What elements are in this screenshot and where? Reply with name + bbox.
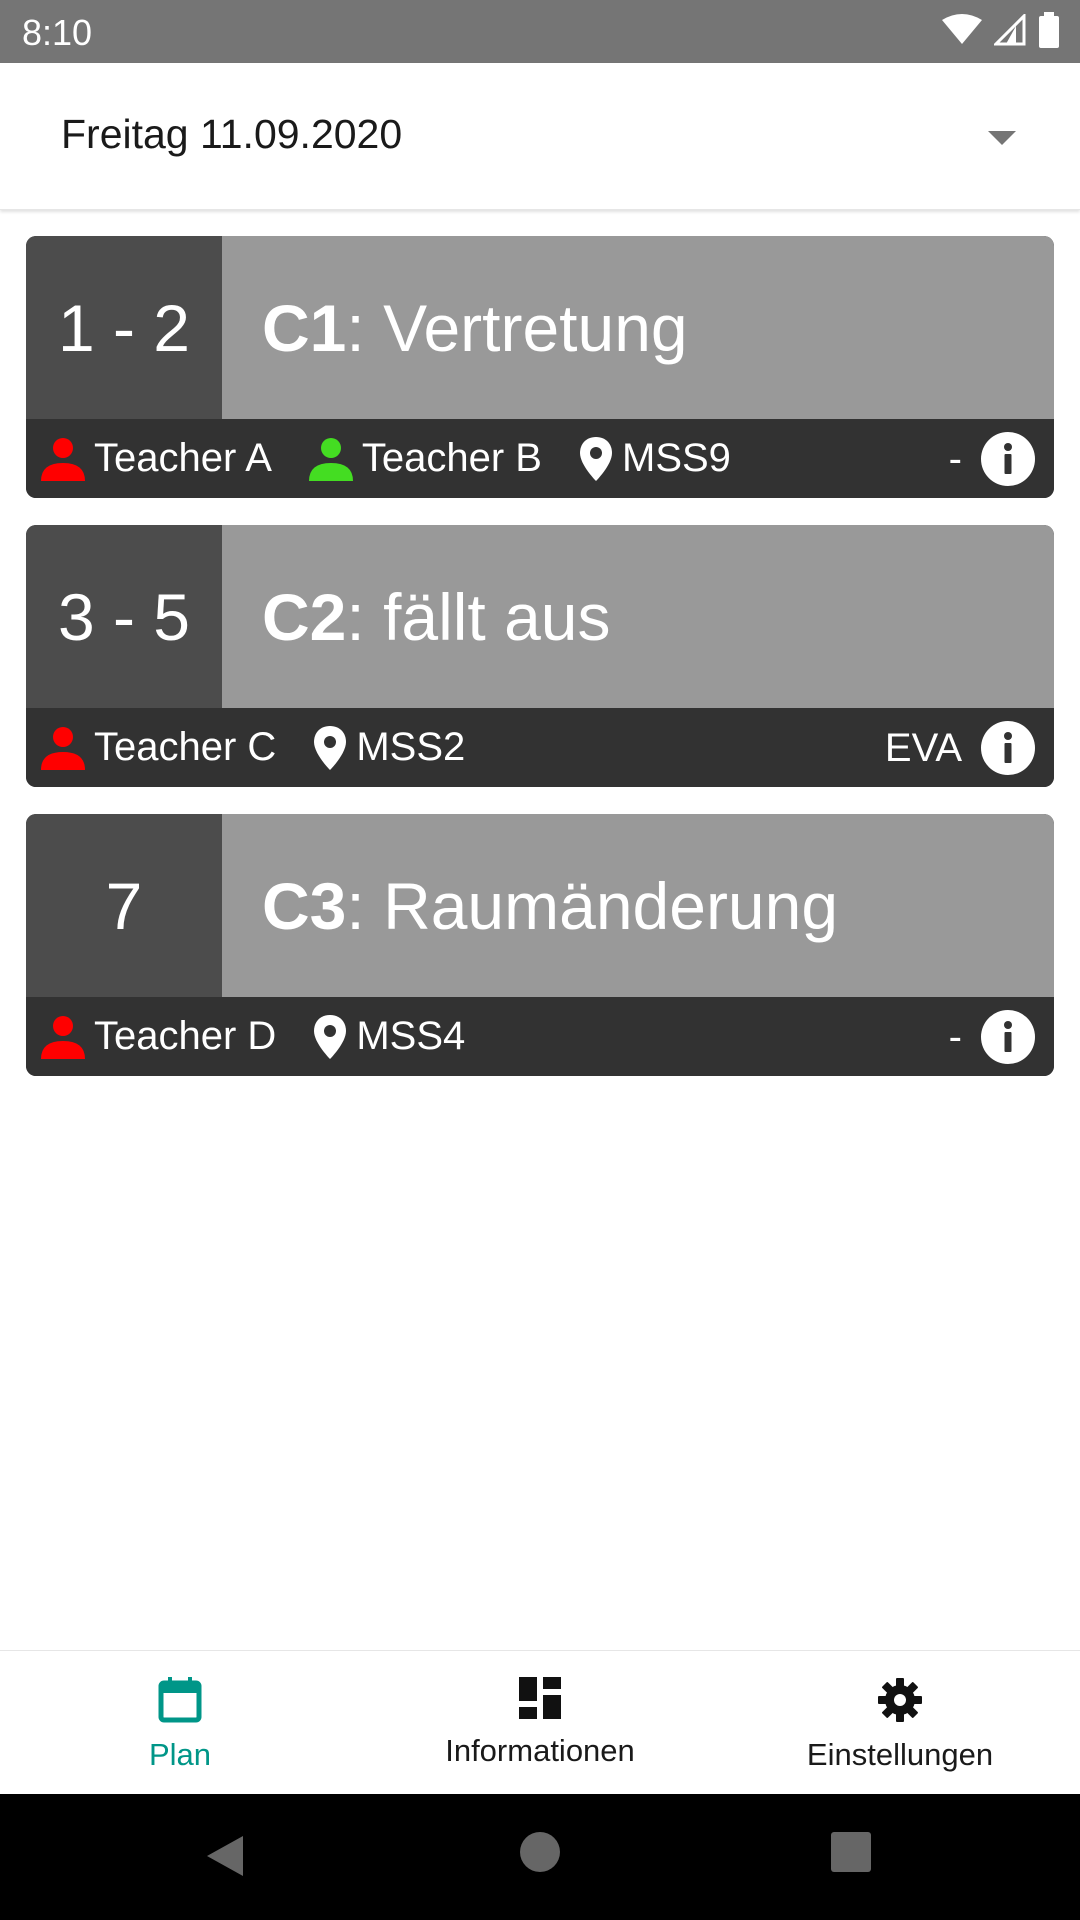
teacher-name: Teacher B bbox=[361, 436, 542, 480]
note: EVA bbox=[884, 725, 962, 770]
period: 1 - 2 bbox=[26, 236, 222, 419]
recents-icon[interactable] bbox=[831, 1832, 871, 1872]
selected-date[interactable]: Freitag 11.09.2020 bbox=[61, 111, 402, 158]
course-name: C3 bbox=[262, 868, 347, 943]
room-name: MSS9 bbox=[622, 436, 731, 480]
status-text: Vertretung bbox=[383, 290, 688, 365]
card-header: 7 C3: Raumänderung bbox=[26, 814, 1054, 997]
teacher-name: Teacher D bbox=[94, 1014, 277, 1058]
person-icon bbox=[41, 437, 85, 481]
chevron-down-icon[interactable] bbox=[986, 123, 1018, 153]
back-icon[interactable] bbox=[205, 1834, 245, 1878]
person-icon bbox=[41, 726, 85, 770]
teacher: Teacher A bbox=[40, 436, 272, 481]
teacher-name: Teacher C bbox=[94, 725, 277, 769]
substitution-card[interactable]: 3 - 5 C2: fällt aus Teacher C MSS2 EVA bbox=[26, 525, 1054, 787]
nav-label: Informationen bbox=[445, 1733, 635, 1768]
wifi-icon bbox=[942, 14, 982, 44]
card-header: 1 - 2 C1: Vertretung bbox=[26, 236, 1054, 419]
room-name: MSS4 bbox=[356, 1014, 466, 1058]
nav-item-plan[interactable]: Plan bbox=[0, 1651, 360, 1795]
substitution-card[interactable]: 7 C3: Raumänderung Teacher D MSS4 - bbox=[26, 814, 1054, 1076]
course-name: C1 bbox=[262, 290, 347, 365]
person-icon bbox=[308, 437, 353, 481]
location-pin-icon bbox=[580, 436, 612, 481]
location-pin-icon bbox=[314, 1014, 347, 1059]
teacher: Teacher D bbox=[40, 1014, 276, 1059]
title-separator: : bbox=[346, 579, 384, 654]
status-time: 8:10 bbox=[22, 12, 93, 53]
system-navigation-bar bbox=[0, 1794, 1080, 1920]
period: 7 bbox=[26, 814, 222, 997]
calendar-icon bbox=[158, 1677, 202, 1723]
card-actions: - bbox=[949, 1009, 1036, 1065]
card-title: C3: Raumänderung bbox=[222, 814, 1054, 997]
bottom-navigation: Plan Informationen Einstellungen bbox=[0, 1650, 1080, 1795]
location-pin-icon bbox=[314, 725, 347, 770]
nav-item-informationen[interactable]: Informationen bbox=[360, 1651, 720, 1795]
person-icon bbox=[41, 1015, 85, 1059]
room: MSS2 bbox=[312, 724, 465, 772]
status-bar: 8:10 bbox=[0, 0, 1080, 63]
card-details: Teacher D MSS4 - bbox=[26, 997, 1054, 1076]
teacher-name: Teacher A bbox=[94, 436, 272, 480]
status-text: Raumänderung bbox=[383, 868, 839, 943]
room-name: MSS2 bbox=[356, 725, 466, 769]
room: MSS9 bbox=[578, 435, 731, 483]
info-icon[interactable] bbox=[980, 1009, 1036, 1065]
room: MSS4 bbox=[312, 1013, 465, 1061]
card-title: C1: Vertretung bbox=[222, 236, 1054, 419]
card-actions: EVA bbox=[885, 720, 1036, 776]
title-separator: : bbox=[346, 868, 384, 943]
home-icon[interactable] bbox=[519, 1831, 561, 1873]
nav-item-einstellungen[interactable]: Einstellungen bbox=[720, 1651, 1080, 1795]
nav-label: Einstellungen bbox=[806, 1737, 994, 1772]
substitution-card[interactable]: 1 - 2 C1: Vertretung Teacher A Teacher B bbox=[26, 236, 1054, 498]
teacher: Teacher B bbox=[308, 436, 542, 481]
signal-icon bbox=[994, 14, 1026, 46]
info-icon[interactable] bbox=[980, 720, 1036, 776]
note: - bbox=[948, 436, 962, 481]
info-icon[interactable] bbox=[980, 431, 1036, 487]
gear-icon bbox=[878, 1678, 922, 1722]
card-actions: - bbox=[949, 431, 1036, 487]
teacher: Teacher C bbox=[40, 725, 276, 770]
card-details: Teacher C MSS2 EVA bbox=[26, 708, 1054, 787]
date-selector[interactable]: Freitag 11.09.2020 bbox=[0, 63, 1080, 210]
substitution-list: 1 - 2 C1: Vertretung Teacher A Teacher B bbox=[26, 236, 1054, 1103]
battery-icon bbox=[1039, 12, 1059, 48]
period: 3 - 5 bbox=[26, 525, 222, 708]
dashboard-icon bbox=[519, 1677, 561, 1719]
card-title: C2: fällt aus bbox=[222, 525, 1054, 708]
nav-label: Plan bbox=[148, 1737, 212, 1772]
note: - bbox=[948, 1014, 962, 1059]
card-details: Teacher A Teacher B MSS9 - bbox=[26, 419, 1054, 498]
status-text: fällt aus bbox=[383, 579, 611, 654]
course-name: C2 bbox=[262, 579, 347, 654]
title-separator: : bbox=[346, 290, 384, 365]
status-icons bbox=[942, 12, 1060, 48]
card-header: 3 - 5 C2: fällt aus bbox=[26, 525, 1054, 708]
